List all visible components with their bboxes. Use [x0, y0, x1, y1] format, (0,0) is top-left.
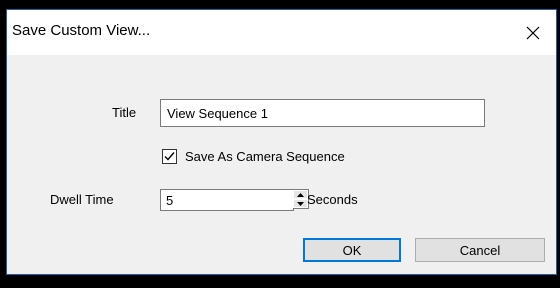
- arrow-up-icon: [297, 192, 304, 197]
- close-icon: [526, 26, 540, 39]
- title-input[interactable]: [160, 99, 485, 127]
- arrow-down-icon: [297, 201, 304, 206]
- save-custom-view-dialog: Save Custom View... Title Save As Camera…: [6, 9, 557, 275]
- save-as-camera-sequence-checkbox[interactable]: Save As Camera Sequence: [162, 146, 345, 166]
- dwell-time-label: Dwell Time: [50, 192, 114, 207]
- spin-down-button[interactable]: [293, 199, 308, 208]
- ok-button[interactable]: OK: [303, 238, 401, 262]
- close-button[interactable]: [510, 10, 556, 55]
- dialog-title: Save Custom View...: [12, 22, 151, 39]
- cancel-button[interactable]: Cancel: [415, 238, 545, 262]
- title-bar: Save Custom View...: [7, 10, 556, 55]
- title-label: Title: [112, 105, 137, 120]
- camera-sequence-label: Save As Camera Sequence: [185, 148, 345, 164]
- spin-up-button[interactable]: [293, 190, 308, 199]
- dwell-time-input[interactable]: [160, 189, 294, 211]
- checkmark-icon: [164, 151, 175, 161]
- checkbox-box[interactable]: [162, 148, 177, 164]
- dwell-unit-label: Seconds: [307, 192, 358, 207]
